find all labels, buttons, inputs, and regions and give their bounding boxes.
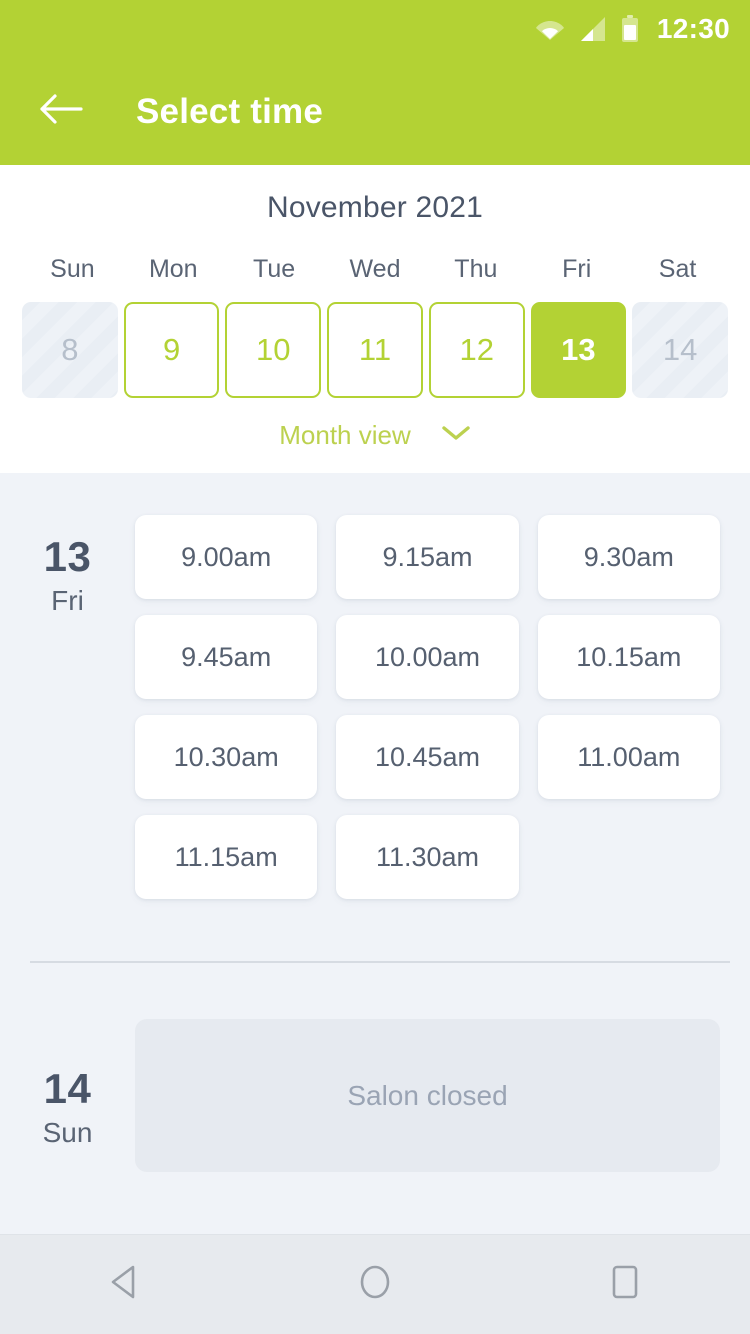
month-view-label: Month view [279,420,411,450]
weekday-label: Thu [454,255,498,283]
section-divider [30,961,730,963]
time-slot[interactable]: 9.15am [336,515,519,599]
nav-recents-button[interactable] [570,1245,680,1325]
day-number: 13 [43,533,92,580]
salon-closed-banner: Salon closed [135,1019,720,1172]
calendar-day-14: 14 [632,302,728,398]
page-title: Select time [136,91,324,131]
day-name: Sun [42,1117,93,1149]
weekday-label: Tue [253,255,296,283]
wifi-icon [535,17,565,41]
day-number: 14 [43,1065,92,1112]
calendar-day-11[interactable]: 11 [327,302,423,398]
weekday-label: Wed [349,255,401,283]
arrow-left-icon [39,92,83,131]
calendar-day-12[interactable]: 12 [428,302,525,398]
calendar-day-9[interactable]: 9 [123,302,220,398]
time-slot[interactable]: 11.15am [135,815,318,899]
time-slot-grid: 9.00am 9.15am 9.30am 9.45am 10.00am 10.1… [135,497,720,899]
calendar-day-8: 8 [22,302,118,398]
status-time: 12:30 [656,13,730,44]
square-recents-icon [608,1263,642,1306]
time-slot[interactable]: 9.00am [135,515,318,599]
weekday-label: Sat [658,255,697,283]
calendar-weekday-row: Sun Mon Tue Wed Thu Fri Sat [0,255,750,284]
chevron-down-icon [441,424,471,447]
circle-home-icon [356,1262,394,1307]
day-label-14: 14 Sun [0,1019,135,1172]
day-group-13: 13 Fri 9.00am 9.15am 9.30am 9.45am 10.00… [0,497,750,899]
calendar-panel: November 2021 Sun Mon Tue Wed Thu Fri Sa… [0,165,750,473]
back-button[interactable] [34,85,88,139]
month-view-toggle[interactable]: Month view [0,420,750,451]
day-group-14: 14 Sun Salon closed [0,1019,750,1172]
day-label-13: 13 Fri [0,497,135,899]
calendar-month-title: November 2021 [266,191,484,224]
app-bar: Select time [0,58,750,165]
calendar-day-13[interactable]: 13 [530,302,627,398]
calendar-day-10[interactable]: 10 [225,302,322,398]
nav-home-button[interactable] [320,1245,430,1325]
time-slot[interactable]: 9.30am [537,515,720,599]
weekday-label: Mon [148,255,198,283]
calendar-day-row: 8 9 10 11 12 13 14 [0,302,750,398]
time-slot[interactable]: 11.30am [336,815,519,899]
signal-icon [579,16,607,42]
time-slot[interactable]: 10.00am [336,615,519,699]
nav-back-button[interactable] [70,1245,180,1325]
triangle-back-icon [107,1263,143,1306]
weekday-label: Sun [50,255,95,283]
time-slot[interactable]: 10.15am [537,615,720,699]
weekday-label: Fri [562,255,592,283]
android-nav-bar [0,1234,750,1334]
status-bar: 12:30 [0,0,750,58]
time-slot[interactable]: 10.30am [135,715,318,799]
schedule-panel: 13 Fri 9.00am 9.15am 9.30am 9.45am 10.00… [0,473,750,1234]
time-slot[interactable]: 11.00am [537,715,720,799]
battery-icon [621,15,639,43]
time-slot[interactable]: 10.45am [336,715,519,799]
app-screen: 12:30 Select time November 2021 Sun Mon … [0,0,750,1334]
time-slot[interactable]: 9.45am [135,615,318,699]
day-name: Fri [51,585,84,617]
